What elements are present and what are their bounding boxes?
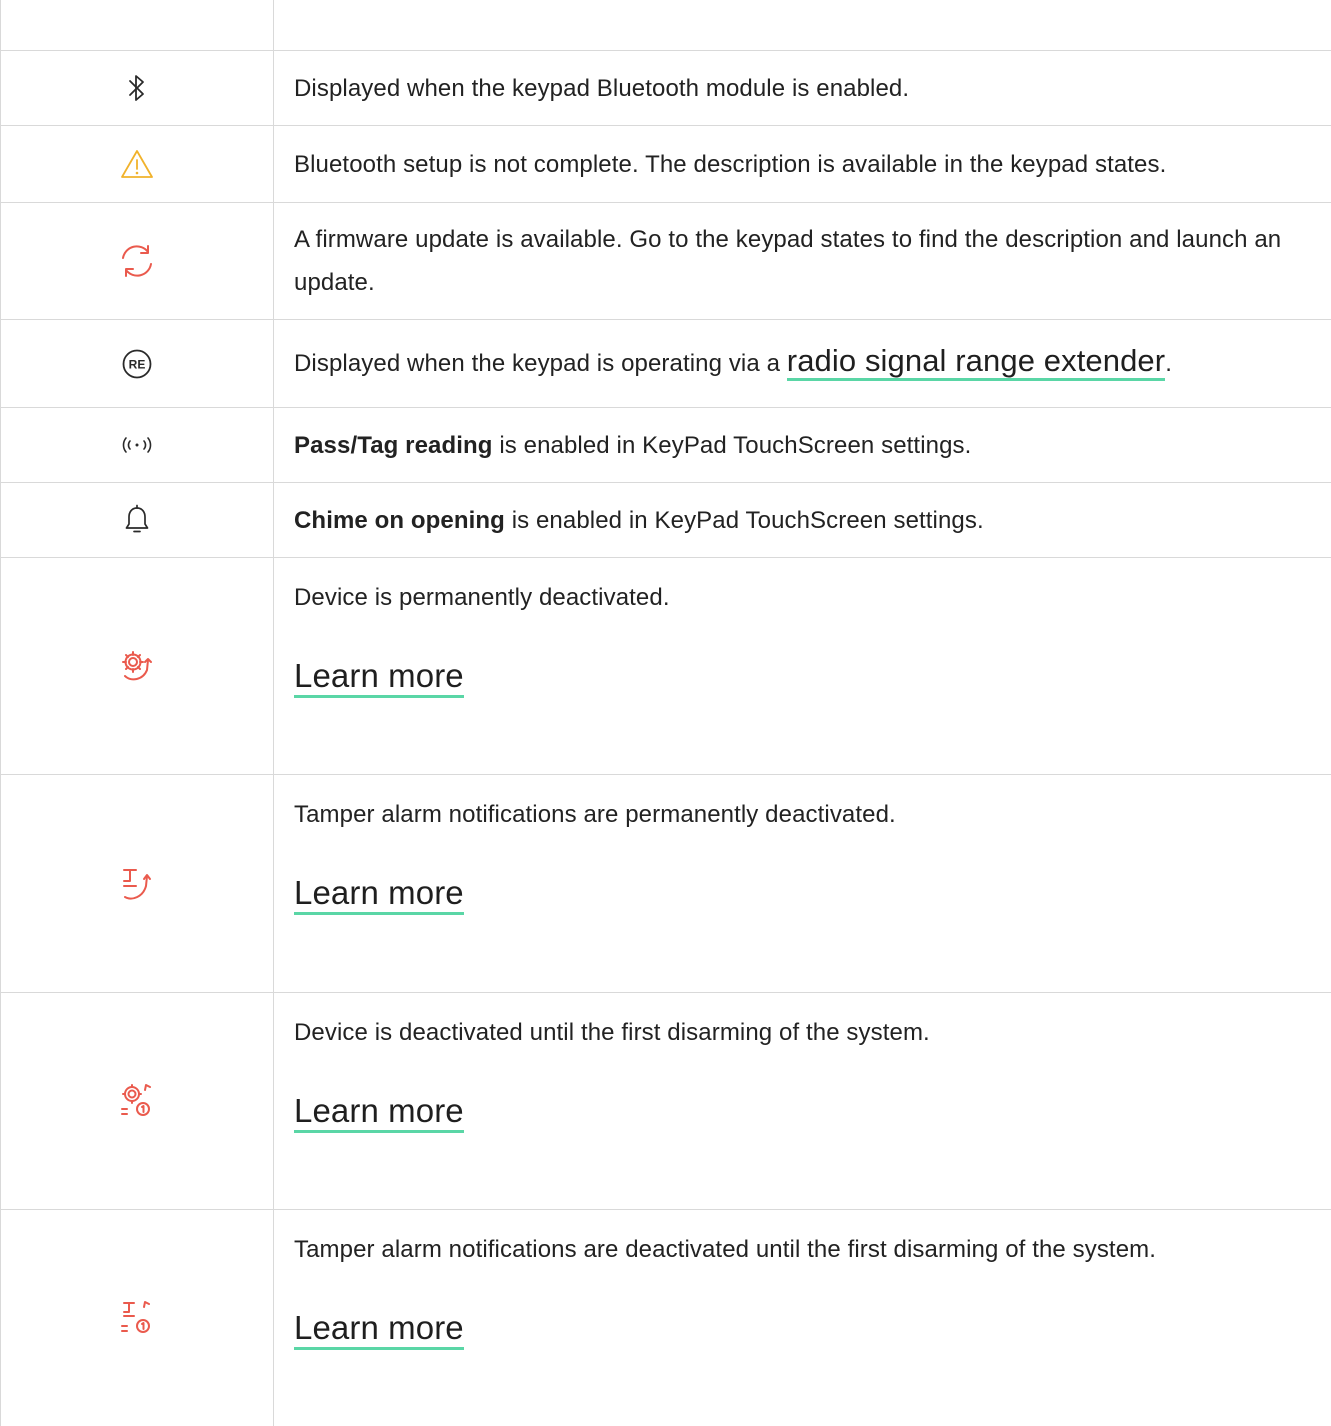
- text-cell: Bluetooth setup is not complete. The des…: [274, 126, 1331, 202]
- learn-more-link[interactable]: Learn more: [294, 657, 464, 698]
- row-description: A firmware update is available. Go to th…: [294, 226, 1282, 296]
- row-description: Chime on opening is enabled in KeyPad To…: [294, 499, 1331, 542]
- text-cell: [274, 0, 1331, 50]
- learn-more-link[interactable]: Learn more: [294, 1092, 464, 1133]
- table-row: Device is deactivated until the first di…: [1, 993, 1331, 1210]
- text-cell: Chime on opening is enabled in KeyPad To…: [274, 483, 1331, 557]
- text-cell: Tamper alarm notifications are permanent…: [274, 775, 1331, 992]
- icon-cell: [1, 483, 274, 557]
- table-row: Bluetooth setup is not complete. The des…: [1, 126, 1331, 203]
- learn-more-link[interactable]: Learn more: [294, 874, 464, 915]
- text-cell: Device is permanently deactivated. Learn…: [274, 558, 1331, 774]
- tamper-deactivated-once-icon: [121, 1301, 150, 1333]
- icon-cell: [1, 775, 274, 992]
- table-row: Chime on opening is enabled in KeyPad To…: [1, 483, 1331, 558]
- icon-cell: [1, 558, 274, 774]
- description-text: is enabled in KeyPad TouchScreen setting…: [504, 506, 984, 534]
- row-description: Displayed when the keypad Bluetooth modu…: [294, 74, 910, 102]
- row-description: Pass/Tag reading is enabled in KeyPad To…: [294, 424, 1331, 467]
- device-deactivated-permanent-icon: [122, 651, 152, 681]
- row-description: Tamper alarm notifications are deactivat…: [294, 1236, 1157, 1263]
- row-description: Device is deactivated until the first di…: [294, 1019, 930, 1046]
- description-text-end: .: [1165, 350, 1172, 377]
- table-row: RE Displayed when the keypad is operatin…: [1, 320, 1331, 408]
- range-extender-icon: RE: [122, 349, 152, 378]
- tamper-deactivated-permanent-icon: [123, 868, 151, 900]
- table-row: A firmware update is available. Go to th…: [1, 203, 1331, 320]
- text-cell: Device is deactivated until the first di…: [274, 993, 1331, 1209]
- row-description: Tamper alarm notifications are permanent…: [294, 801, 896, 828]
- setting-name: Pass/Tag reading: [294, 431, 493, 459]
- text-cell: Displayed when the keypad Bluetooth modu…: [274, 51, 1331, 125]
- icon-cell: [1, 408, 274, 482]
- row-description: Bluetooth setup is not complete. The des…: [294, 150, 1167, 178]
- row-description: Device is permanently deactivated.: [294, 584, 670, 611]
- description-text: Displayed when the keypad is operating v…: [294, 350, 787, 377]
- learn-more-link[interactable]: Learn more: [294, 1309, 464, 1350]
- text-cell: Displayed when the keypad is operating v…: [274, 320, 1331, 407]
- bluetooth-icon: [129, 75, 144, 101]
- icon-cell: [1, 993, 274, 1209]
- radio-signal-range-extender-link[interactable]: radio signal range extender: [786, 343, 1166, 381]
- table-row: Pass/Tag reading is enabled in KeyPad To…: [1, 408, 1331, 483]
- chime-bell-icon: [125, 504, 149, 533]
- table-row-empty: [1, 0, 1331, 51]
- icon-cell: [1, 1210, 274, 1426]
- table-row: Tamper alarm notifications are permanent…: [1, 775, 1331, 993]
- icon-cell: [1, 51, 274, 125]
- table-row: Displayed when the keypad Bluetooth modu…: [1, 51, 1331, 126]
- icon-cell: [1, 126, 274, 202]
- pass-tag-reading-icon: [122, 437, 152, 453]
- text-cell: Pass/Tag reading is enabled in KeyPad To…: [274, 408, 1331, 482]
- text-cell: A firmware update is available. Go to th…: [274, 203, 1331, 319]
- row-description: Displayed when the keypad is operating v…: [294, 342, 1331, 385]
- table-row: Tamper alarm notifications are deactivat…: [1, 1210, 1331, 1426]
- table-row: Device is permanently deactivated. Learn…: [1, 558, 1331, 775]
- icon-cell: RE: [1, 320, 274, 407]
- warning-icon: [121, 150, 153, 178]
- update-icon: [122, 245, 152, 277]
- svg-text:RE: RE: [129, 357, 146, 371]
- icons-table: Displayed when the keypad Bluetooth modu…: [0, 0, 1331, 1426]
- device-deactivated-once-icon: [121, 1084, 151, 1116]
- icon-cell: [1, 0, 274, 50]
- text-cell: Tamper alarm notifications are deactivat…: [274, 1210, 1331, 1426]
- setting-name: Chime on opening: [294, 506, 505, 534]
- icon-cell: [1, 203, 274, 319]
- description-text: is enabled in KeyPad TouchScreen setting…: [492, 431, 972, 459]
